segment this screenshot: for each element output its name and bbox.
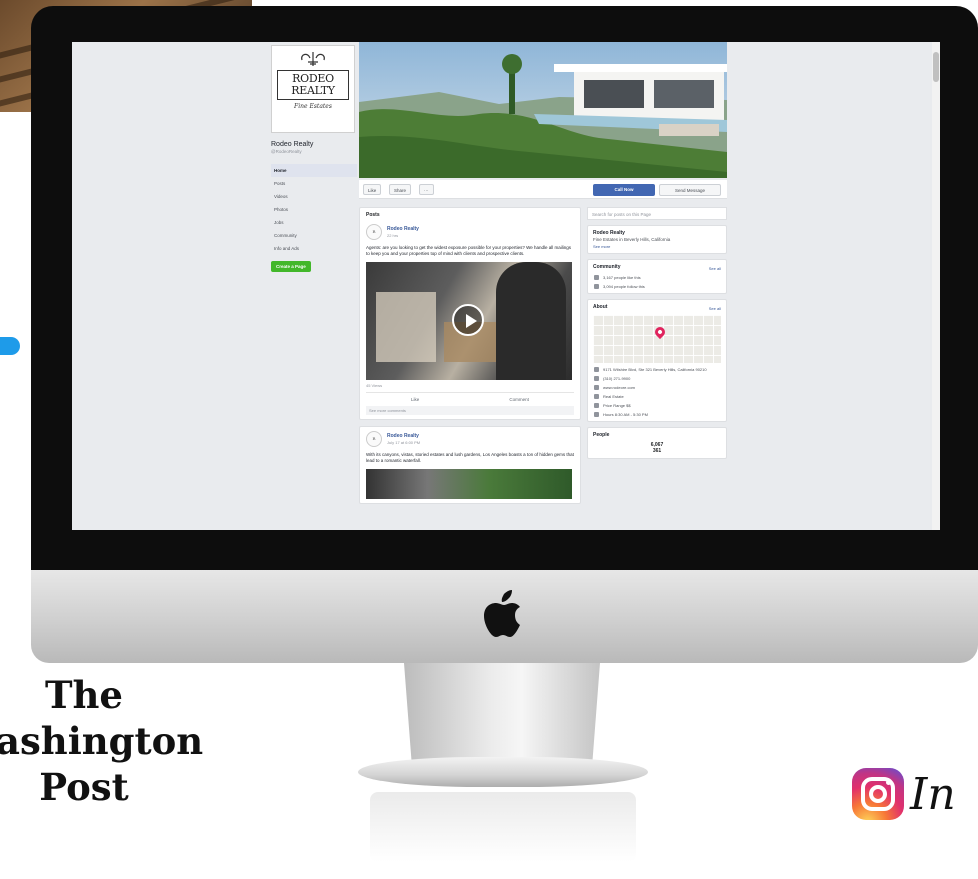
post-actions: Like Comment — [366, 392, 574, 402]
avatar[interactable]: R — [366, 224, 382, 240]
map-pin-icon — [652, 324, 668, 340]
nav-item-photos[interactable]: Photos — [271, 203, 357, 216]
comment-button[interactable]: Comment — [509, 397, 529, 402]
imac-stand-base — [358, 757, 648, 787]
post-image[interactable] — [366, 469, 572, 499]
nav-item-videos[interactable]: Videos — [271, 190, 357, 203]
share-page-button[interactable]: Share — [389, 184, 412, 195]
about-description: Fine Estates in Beverly Hills, Californi… — [593, 237, 671, 242]
page-search-input[interactable]: Search for posts on this Page — [587, 207, 727, 220]
cover-photo[interactable] — [359, 42, 727, 178]
people-title: People — [593, 432, 610, 438]
post-card: Posts R Rodeo Realty 22 hrs Agents: are … — [359, 207, 581, 420]
create-page-button[interactable]: Create a Page — [271, 261, 311, 272]
crest-icon — [301, 52, 325, 66]
info-card: About See all 9171 Wilshire Blvd, Ste 32… — [587, 299, 727, 422]
about-card: Rodeo Realty Fine Estates in Beverly Hil… — [587, 225, 727, 254]
send-message-button[interactable]: Send Message — [659, 184, 721, 196]
post-text: Agents: are you looking to get the wides… — [366, 245, 572, 256]
nav-item-home[interactable]: Home — [271, 164, 357, 177]
people-card: People 6,067 361 — [587, 427, 727, 459]
instagram-wordmark: In — [910, 768, 956, 820]
community-title: Community — [593, 264, 621, 270]
avatar[interactable]: R — [366, 431, 382, 447]
post-card: R Rodeo Realty July 17 at 6:00 PM With i… — [359, 426, 581, 504]
play-icon[interactable] — [452, 304, 484, 336]
like-button[interactable]: Like — [411, 397, 419, 402]
instagram-logo: In — [852, 768, 956, 820]
about-name: Rodeo Realty — [593, 230, 625, 236]
post-video[interactable] — [366, 262, 572, 380]
posts-column: Posts R Rodeo Realty 22 hrs Agents: are … — [359, 207, 581, 530]
instagram-icon — [852, 768, 904, 820]
posts-heading: Posts — [366, 212, 380, 218]
post-author[interactable]: Rodeo Realty — [387, 226, 419, 232]
post-text: With its canyons, vistas, storied estate… — [366, 452, 574, 463]
blue-accent-shape — [0, 337, 20, 355]
location-map[interactable] — [593, 315, 721, 363]
follows-count: 3,094 people follow this — [593, 284, 721, 289]
like-page-button[interactable]: Like — [363, 184, 382, 195]
category[interactable]: Real Estate — [593, 394, 721, 399]
address[interactable]: 9171 Wilshire Blvd, Ste 321 Beverly Hill… — [593, 367, 721, 372]
post-timestamp[interactable]: 22 hrs — [387, 233, 419, 238]
apple-logo-icon — [484, 590, 520, 637]
website-link[interactable]: www.rodeore.com — [593, 385, 721, 390]
scrollbar[interactable] — [932, 42, 940, 530]
profile-picture[interactable]: RODEO REALTY Fine Estates — [271, 45, 355, 133]
info-title: About — [593, 304, 608, 310]
nav-item-jobs[interactable]: Jobs — [271, 216, 357, 229]
call-now-button[interactable]: Call Now — [593, 184, 655, 196]
page-name: Rodeo Realty — [271, 141, 314, 148]
more-options-button[interactable]: ··· — [419, 184, 434, 195]
stand-reflection — [370, 792, 636, 862]
see-more-comments-link[interactable]: See more comments — [366, 406, 574, 415]
community-card: Community See all 3,167 people like this… — [587, 259, 727, 294]
info-see-all-link[interactable]: See all — [709, 306, 721, 311]
page-nav: Home Posts Videos Photos Jobs Community … — [271, 164, 357, 255]
logo-tagline: Fine Estates — [294, 103, 332, 110]
page-handle[interactable]: @RodeoRealty — [271, 149, 357, 154]
post-timestamp[interactable]: July 17 at 6:00 PM — [387, 440, 420, 445]
rodeo-realty-logo: RODEO REALTY — [277, 70, 349, 100]
imac-stand — [404, 663, 600, 765]
nav-item-community[interactable]: Community — [271, 229, 357, 242]
post-author[interactable]: Rodeo Realty — [387, 433, 420, 439]
page-info-column: Search for posts on this Page Rodeo Real… — [587, 207, 727, 464]
page-sidebar: RODEO REALTY Fine Estates Rodeo Realty @… — [271, 45, 357, 272]
hours[interactable]: Hours 8:30 AM - 5:30 PM — [593, 412, 721, 417]
page-action-bar: Like Share ··· Call Now Send Message — [359, 180, 727, 199]
phone-number[interactable]: (310) 271-9900 — [593, 376, 721, 381]
likes-count: 3,167 people like this — [593, 275, 721, 280]
scrollbar-thumb[interactable] — [933, 52, 939, 82]
imac-screen: RODEO REALTY Fine Estates Rodeo Realty @… — [72, 42, 940, 530]
washington-post-logo: The ashington Post — [0, 673, 204, 809]
stat-follows: 361 — [652, 448, 662, 454]
community-see-all-link[interactable]: See all — [709, 266, 721, 271]
nav-item-posts[interactable]: Posts — [271, 177, 357, 190]
view-count: 45 Views — [366, 383, 383, 388]
price-range: Price Range $$ — [593, 403, 721, 408]
see-more-link[interactable]: See more — [593, 244, 721, 249]
nav-item-info-and-ads[interactable]: Info and Ads — [271, 242, 357, 255]
